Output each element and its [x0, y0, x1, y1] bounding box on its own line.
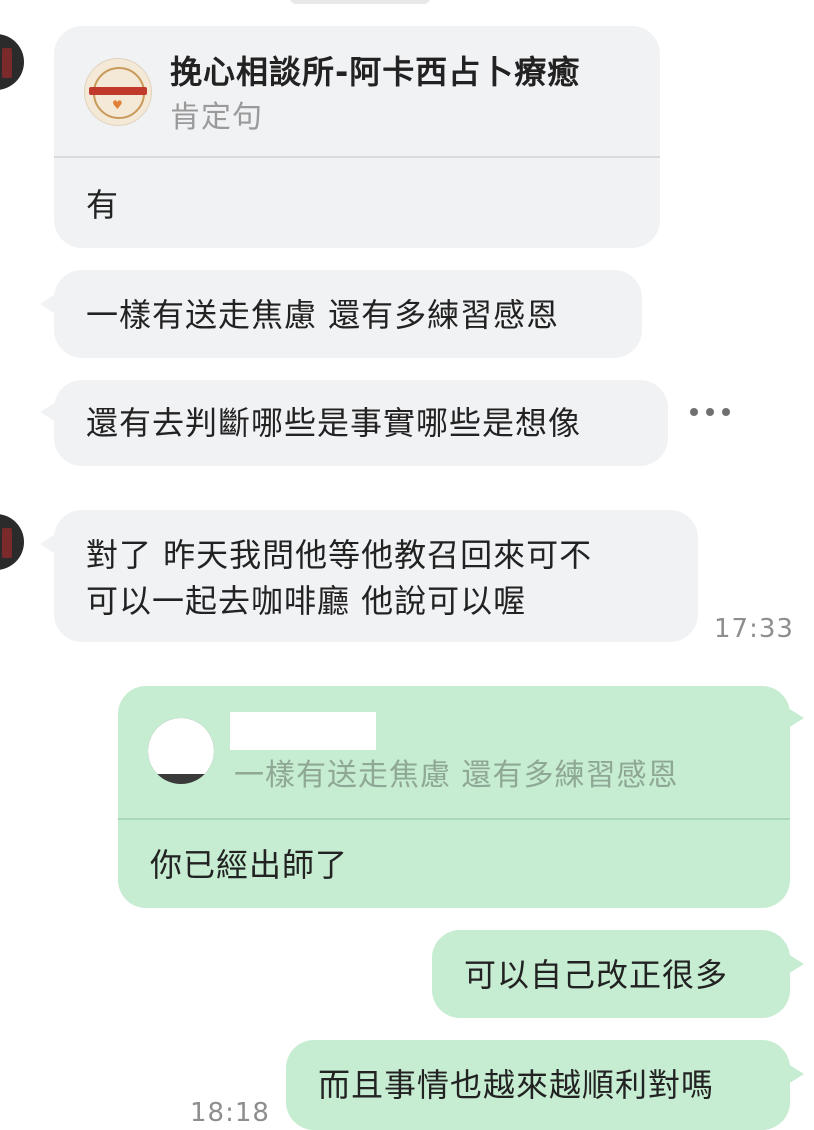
reply-author-avatar — [148, 718, 214, 784]
reply-divider — [54, 156, 660, 158]
message-bubble-reply[interactable]: 一樣有送走焦慮 還有多練習感恩 你已經出師了 — [118, 686, 790, 908]
message-bubble[interactable]: 對了 昨天我問他等他教召回來可不 可以一起去咖啡廳 他說可以喔 — [54, 510, 698, 642]
message-timestamp: 17:33 — [714, 614, 794, 644]
message-text: 而且事情也越來越順利對嗎 — [318, 1066, 715, 1104]
message-text-line: 對了 昨天我問他等他教召回來可不 — [86, 536, 593, 574]
message-text: 你已經出師了 — [150, 846, 349, 884]
message-bubble[interactable]: 一樣有送走焦慮 還有多練習感恩 — [54, 270, 642, 358]
scroll-indicator — [290, 0, 430, 4]
message-text: 一樣有送走焦慮 還有多練習感恩 — [86, 296, 560, 334]
reply-divider — [118, 818, 790, 820]
reply-preview-text: 肯定句 — [170, 100, 263, 135]
bubble-tail — [788, 1064, 804, 1084]
sender-avatar[interactable] — [0, 514, 24, 570]
message-bubble[interactable]: 可以自己改正很多 — [432, 930, 790, 1018]
message-text-line: 可以一起去咖啡廳 他說可以喔 — [86, 582, 527, 620]
message-bubble[interactable]: 而且事情也越來越順利對嗎 — [286, 1040, 790, 1130]
reply-preview-text: 一樣有送走焦慮 還有多練習感恩 — [234, 758, 679, 793]
sender-avatar[interactable] — [0, 34, 24, 90]
message-text: 可以自己改正很多 — [464, 956, 729, 994]
heart-icon: ♥ — [112, 98, 124, 112]
bubble-tail — [788, 708, 804, 728]
reply-author-avatar: ♥ — [84, 58, 152, 126]
message-bubble-reply[interactable]: ♥ 挽心相談所-阿卡西占卜療癒 肯定句 有 — [54, 26, 660, 248]
reply-author-name — [230, 712, 376, 750]
reply-author-name: 挽心相談所-阿卡西占卜療癒 — [170, 53, 581, 91]
message-text: 還有去判斷哪些是事實哪些是想像 — [86, 404, 582, 442]
more-horizontal-icon[interactable] — [690, 408, 730, 416]
message-text: 有 — [86, 186, 120, 224]
bubble-tail — [788, 954, 804, 974]
message-timestamp: 18:18 — [190, 1098, 270, 1128]
message-bubble[interactable]: 還有去判斷哪些是事實哪些是想像 — [54, 380, 668, 466]
